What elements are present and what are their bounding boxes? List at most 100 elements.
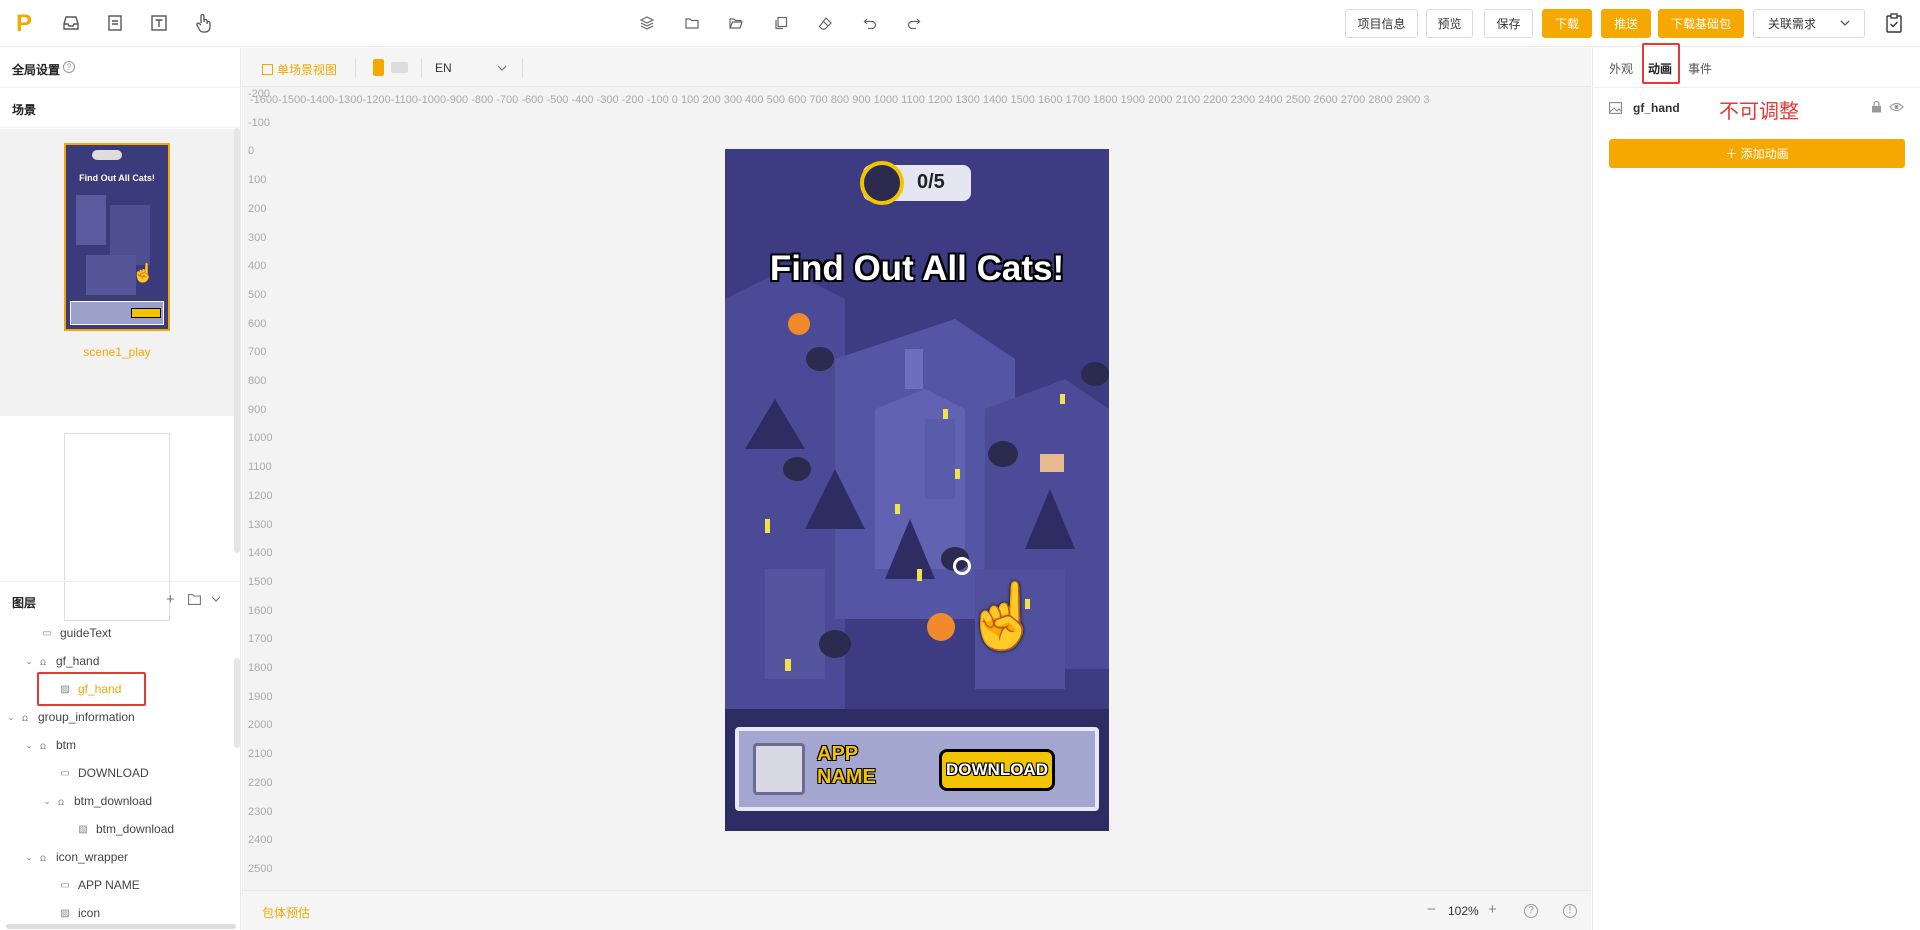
eye-icon[interactable]: [1889, 102, 1904, 112]
download-button[interactable]: 下载: [1542, 9, 1592, 38]
zoom-out-icon[interactable]: −: [1427, 901, 1436, 918]
thumb-counter: [92, 150, 122, 160]
ruler-tick-label: 1500: [248, 575, 273, 588]
bundle-estimate-link[interactable]: 包体预估: [262, 904, 310, 921]
global-settings-label: 全局设置: [12, 63, 61, 77]
copy-icon[interactable]: [772, 14, 790, 32]
left-panel: 全局设置 ? 场景 Find Out All Cats! ☝ scene1_pl…: [0, 48, 241, 930]
chevron-down-icon: ⌄: [25, 655, 33, 666]
thumb-title: Find Out All Cats!: [79, 173, 155, 183]
properties-panel: 外观 动画 事件 gf_hand 不可调整 ＋ 添加动画: [1592, 43, 1920, 930]
project-info-button[interactable]: 项目信息: [1345, 9, 1418, 38]
item-name: gf_hand: [1633, 101, 1680, 115]
layers-icon[interactable]: [638, 14, 656, 32]
game-download-button[interactable]: DOWNLOAD: [939, 749, 1055, 791]
text-layer-icon: ▭: [42, 627, 52, 639]
add-animation-button[interactable]: ＋ 添加动画: [1609, 139, 1905, 168]
layer-item[interactable]: ⌄ ꭥ btm: [0, 731, 236, 759]
layer-item[interactable]: ▭ APP NAME: [0, 871, 236, 899]
lock-icon[interactable]: [1871, 101, 1882, 113]
layers-scrollbar-h[interactable]: [6, 924, 236, 929]
annotation-note: 不可调整: [1719, 101, 1799, 123]
ruler-tick-label: -200: [248, 88, 271, 100]
chevron-down-icon: [497, 65, 507, 71]
scene-card-selected[interactable]: Find Out All Cats! ☝ scene1_play: [0, 129, 234, 416]
download-base-button[interactable]: 下载基础包: [1658, 9, 1744, 38]
horizontal-ruler: -1600-1500-1400-1300-1200-1100-1000-900 …: [250, 94, 1430, 106]
group-icon: ꭥ: [21, 713, 29, 724]
text-layer-icon: ▭: [60, 767, 70, 779]
layers-header: 图层 +: [0, 581, 240, 617]
ruler-tick-label: 2100: [248, 748, 273, 761]
layer-item[interactable]: ▨ btm_download: [0, 815, 236, 843]
layer-item[interactable]: ⌄ ꭥ group_information: [0, 703, 236, 731]
related-requirements-dropdown[interactable]: 关联需求: [1753, 9, 1865, 38]
rotate-handle-icon[interactable]: [953, 557, 971, 575]
layer-item[interactable]: ⌄ ꭥ gf_hand: [0, 647, 236, 675]
image-icon: [1609, 102, 1622, 114]
layer-item[interactable]: ▨ icon: [0, 899, 236, 927]
hand-pointer-icon[interactable]: ☝: [963, 579, 1043, 654]
folder-add-icon[interactable]: [188, 594, 201, 605]
folder-open-icon[interactable]: [727, 14, 745, 32]
save-button[interactable]: 保存: [1484, 9, 1533, 38]
layers-title: 图层: [12, 596, 37, 610]
ruler-tick-label: 700: [248, 346, 267, 359]
app-logo[interactable]: P: [16, 10, 32, 38]
landscape-orientation-button[interactable]: [391, 62, 408, 73]
help-icon[interactable]: ?: [63, 61, 75, 73]
undo-icon[interactable]: [861, 14, 879, 32]
layer-item[interactable]: ▭ DOWNLOAD: [0, 759, 236, 787]
layer-item[interactable]: ⌄ ꭥ icon_wrapper: [0, 843, 236, 871]
layers-scrollbar-v[interactable]: [234, 658, 240, 748]
ruler-tick-label: 200: [248, 202, 267, 215]
chevron-down-icon: ⌄: [25, 739, 33, 750]
layer-item[interactable]: ▭ guideText: [0, 619, 236, 647]
single-scene-view-toggle[interactable]: 单场景视图: [262, 61, 337, 78]
redo-icon[interactable]: [905, 14, 923, 32]
app-icon-placeholder: [753, 743, 805, 795]
ruler-tick-label: 1000: [248, 432, 273, 445]
text-layer-icon: ▭: [60, 879, 70, 891]
zoom-in-icon[interactable]: +: [1488, 901, 1497, 918]
game-preview-canvas[interactable]: 0/5 Find Out All Cats! ☝ APP NAME DOWNLO…: [725, 149, 1109, 831]
scene1-name[interactable]: scene1_play: [0, 345, 234, 359]
portrait-orientation-button[interactable]: [373, 59, 384, 76]
cat-icon: [860, 161, 904, 205]
layer-item[interactable]: ⌄ ꭥ btm_download: [0, 787, 236, 815]
chevron-down-icon: ⌄: [25, 851, 33, 862]
canvas-toolbar: 单场景视图 EN: [242, 48, 1591, 87]
add-layer-icon[interactable]: +: [166, 591, 175, 608]
tab-event[interactable]: 事件: [1688, 60, 1712, 77]
tab-appearance[interactable]: 外观: [1609, 60, 1633, 77]
chevron-down-icon: ⌄: [7, 711, 15, 722]
top-toolbar: P 项目信息 预览 保存 下载 推送 下载基础包 关联需求: [0, 0, 1920, 47]
thumb-hand-icon: ☝: [132, 263, 155, 283]
ruler-tick-label: 1300: [248, 518, 273, 531]
selected-item-row: gf_hand 不可调整: [1593, 88, 1920, 128]
chevron-down-icon: [1840, 20, 1850, 26]
scene-thumbnail[interactable]: Find Out All Cats! ☝: [64, 143, 170, 331]
eraser-icon[interactable]: [816, 14, 834, 32]
push-button[interactable]: 推送: [1601, 9, 1651, 38]
pointer-icon[interactable]: [192, 12, 214, 34]
animation-tab-highlight: [1642, 43, 1680, 84]
inbox-icon[interactable]: [60, 12, 82, 34]
folder-icon[interactable]: [683, 14, 701, 32]
scenes-scrollbar[interactable]: [234, 128, 240, 553]
ruler-tick-label: 1100: [248, 461, 272, 474]
language-select[interactable]: EN: [435, 61, 452, 75]
ruler-tick-label: 1800: [248, 662, 273, 674]
game-title: Find Out All Cats!: [769, 249, 1065, 288]
collapse-icon[interactable]: [211, 596, 221, 603]
selection-highlight-box: [37, 672, 146, 706]
scenes-title: 场景: [12, 103, 37, 117]
help-icon[interactable]: ?: [1524, 904, 1538, 918]
preview-button[interactable]: 预览: [1426, 9, 1473, 38]
info-icon[interactable]: !: [1563, 904, 1577, 918]
clipboard-check-icon[interactable]: [1883, 12, 1905, 34]
text-icon[interactable]: [148, 12, 170, 34]
document-icon[interactable]: [104, 12, 126, 34]
global-settings-header[interactable]: 全局设置 ?: [0, 48, 240, 88]
zoom-level: 102%: [1448, 904, 1479, 918]
